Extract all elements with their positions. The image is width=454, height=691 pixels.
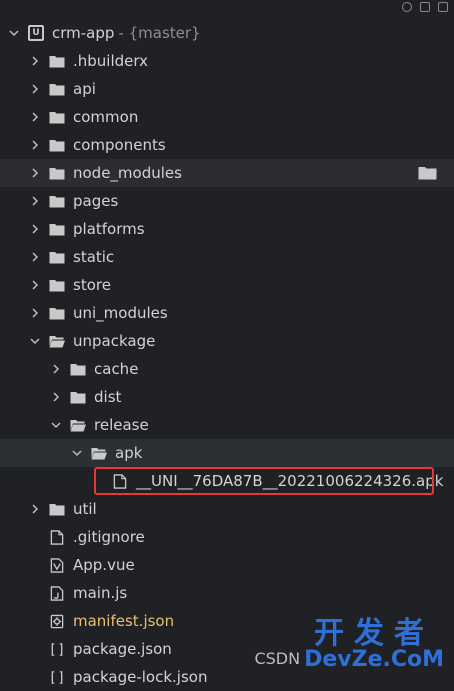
folder-icon <box>48 193 66 209</box>
tree-folder-item[interactable]: .hbuilderx <box>0 47 454 75</box>
tree-item-label: .hbuilderx <box>73 52 149 70</box>
tree-item-label: dist <box>94 388 122 406</box>
chevron-right-icon[interactable] <box>29 83 41 95</box>
folder-icon <box>48 305 66 321</box>
chevron-right-icon[interactable] <box>29 139 41 151</box>
tree-file-item[interactable]: main.js <box>0 579 454 607</box>
tree-item-label: apk <box>115 444 143 462</box>
chevron-right-icon[interactable] <box>29 503 41 515</box>
tree-item-label: unpackage <box>73 332 156 350</box>
tree-item-label: App.vue <box>73 556 135 574</box>
tree-item-label: package-lock.json <box>73 668 208 686</box>
project-root[interactable]: U crm-app - {master} <box>0 19 454 47</box>
tree-item-label: manifest.json <box>73 612 175 630</box>
tree-item-label: release <box>94 416 149 434</box>
tree-file-item[interactable]: App.vue <box>0 551 454 579</box>
tree-folder-item[interactable]: store <box>0 271 454 299</box>
tree-folder-item[interactable]: static <box>0 243 454 271</box>
tree-item-label: static <box>73 248 115 266</box>
folder-icon <box>48 53 66 69</box>
tree-item-label: main.js <box>73 584 128 602</box>
folder-icon <box>69 361 87 377</box>
chevron-down-icon[interactable] <box>29 335 41 347</box>
folder-open-icon <box>48 333 66 349</box>
tree-item-label: platforms <box>73 220 145 238</box>
folder-icon <box>48 81 66 97</box>
layout-icon[interactable] <box>438 2 448 12</box>
chevron-right-icon[interactable] <box>50 391 62 403</box>
tree-item-label: common <box>73 108 139 126</box>
tree-item-label: api <box>73 80 96 98</box>
chevron-right-icon[interactable] <box>29 223 41 235</box>
tree-folder-item[interactable]: release <box>0 411 454 439</box>
folder-icon <box>69 389 87 405</box>
chevron-right-icon[interactable] <box>29 251 41 263</box>
tree-item-label: .gitignore <box>73 528 145 546</box>
watermark: CSDN 开发者 DevZe.CoM <box>254 619 444 671</box>
chevron-down-icon[interactable] <box>8 27 20 39</box>
tree-folder-item[interactable]: unpackage <box>0 327 454 355</box>
js-file-icon <box>48 585 66 601</box>
branch-label: - {master} <box>118 24 201 42</box>
collapse-all-icon[interactable] <box>420 2 430 12</box>
tree-file-item[interactable]: __UNI__76DA87B__20221006224326.apk <box>0 467 454 495</box>
tree-item-label: store <box>73 276 111 294</box>
folder-icon <box>48 137 66 153</box>
chevron-down-icon[interactable] <box>71 447 83 459</box>
tree-item-label: uni_modules <box>73 304 168 322</box>
chevron-right-icon[interactable] <box>29 55 41 67</box>
locate-icon[interactable] <box>402 2 412 12</box>
manifest-icon <box>48 613 66 629</box>
chevron-right-icon[interactable] <box>29 195 41 207</box>
chevron-right-icon[interactable] <box>29 307 41 319</box>
tree-folder-item[interactable]: platforms <box>0 215 454 243</box>
project-name: crm-app <box>52 24 115 42</box>
tree-item-label: node_modules <box>73 164 182 182</box>
tree-folder-item[interactable]: cache <box>0 355 454 383</box>
watermark-en: DevZe.CoM <box>304 647 444 672</box>
json-file-icon <box>48 669 66 685</box>
folder-icon <box>48 109 66 125</box>
json-file-icon <box>48 641 66 657</box>
tree-item-label: cache <box>94 360 139 378</box>
folder-icon[interactable] <box>418 166 437 180</box>
folder-icon <box>48 277 66 293</box>
tree-folder-item[interactable]: common <box>0 103 454 131</box>
vue-file-icon <box>48 557 66 573</box>
chevron-down-icon[interactable] <box>50 419 62 431</box>
panel-toolbar <box>402 0 448 14</box>
tree-folder-item[interactable]: pages <box>0 187 454 215</box>
tree-item-label: util <box>73 500 97 518</box>
folder-icon <box>48 221 66 237</box>
folder-open-icon <box>69 417 87 433</box>
tree-folder-item[interactable]: node_modules <box>0 159 454 187</box>
chevron-right-icon[interactable] <box>29 111 41 123</box>
watermark-cn: 开发者 <box>314 616 435 651</box>
tree-item-label: pages <box>73 192 119 210</box>
chevron-right-icon[interactable] <box>29 167 41 179</box>
tree-item-label: package.json <box>73 640 172 658</box>
chevron-right-icon[interactable] <box>29 279 41 291</box>
chevron-right-icon[interactable] <box>50 363 62 375</box>
watermark-csdn: CSDN <box>254 649 301 668</box>
tree-folder-item[interactable]: apk <box>0 439 454 467</box>
tree-folder-item[interactable]: components <box>0 131 454 159</box>
tree-item-label: components <box>73 136 166 154</box>
folder-open-icon <box>90 445 108 461</box>
file-icon <box>48 529 66 545</box>
tree-folder-item[interactable]: dist <box>0 383 454 411</box>
folder-icon <box>48 501 66 517</box>
project-tree: U crm-app - {master} .hbuilderx api common… <box>0 19 454 691</box>
tree-folder-item[interactable]: uni_modules <box>0 299 454 327</box>
tree-folder-item[interactable]: util <box>0 495 454 523</box>
folder-icon <box>48 249 66 265</box>
tree-file-item[interactable]: .gitignore <box>0 523 454 551</box>
file-icon <box>111 473 129 489</box>
project-logo-icon: U <box>27 25 45 41</box>
tree-folder-item[interactable]: api <box>0 75 454 103</box>
folder-icon <box>48 165 66 181</box>
tree-item-label: __UNI__76DA87B__20221006224326.apk <box>136 472 444 490</box>
